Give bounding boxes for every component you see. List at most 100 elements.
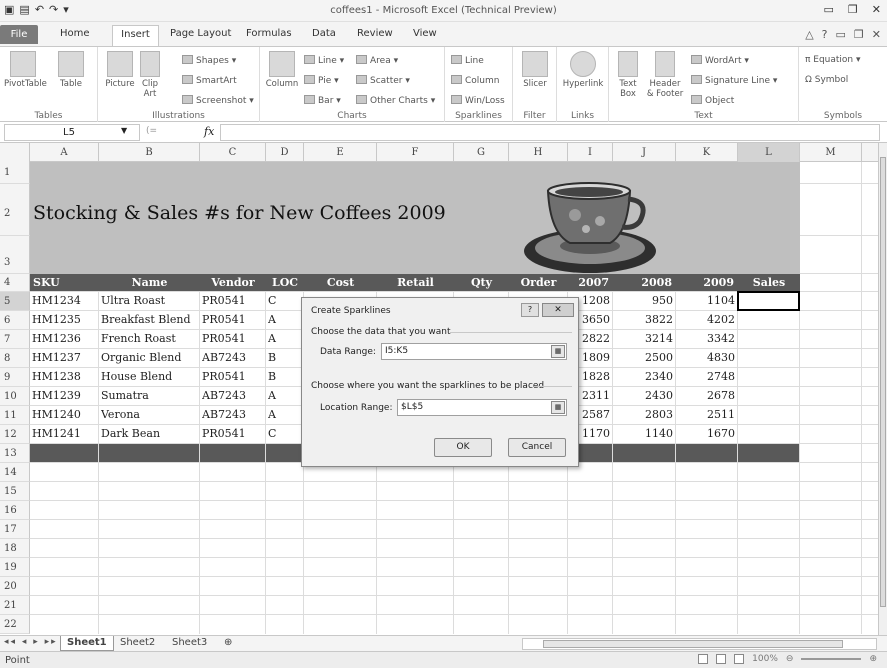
cell-y2009[interactable]: 2678 xyxy=(678,389,735,402)
screenshot-button[interactable]: Screenshot ▾ xyxy=(182,95,254,106)
header-loc[interactable]: LOC xyxy=(266,276,304,289)
picture-button[interactable]: Picture xyxy=(104,51,136,89)
column-header-i[interactable]: I xyxy=(568,143,613,162)
header-cost[interactable]: Cost xyxy=(304,276,377,289)
formula-input[interactable] xyxy=(220,124,880,141)
minimize-icon[interactable]: ▭ xyxy=(824,3,834,16)
cell-loc[interactable]: A xyxy=(268,332,301,345)
sheet-nav-icons[interactable]: ◂◂ ◂ ▸ ▸▸ xyxy=(4,637,58,647)
insert-function-icon[interactable]: fx xyxy=(204,125,214,138)
column-header-j[interactable]: J xyxy=(613,143,676,162)
active-cell-l5[interactable] xyxy=(737,291,800,311)
smartart-button[interactable]: SmartArt xyxy=(182,75,237,86)
column-header-c[interactable]: C xyxy=(200,143,266,162)
row-header-13[interactable]: 13 xyxy=(0,444,30,463)
close-window-icon[interactable]: ✕ xyxy=(872,3,881,16)
cell-name[interactable]: Dark Bean xyxy=(101,427,197,440)
cancel-button[interactable]: Cancel xyxy=(508,438,566,457)
header-sales[interactable]: Sales xyxy=(738,276,800,289)
vertical-scroll-thumb[interactable] xyxy=(880,157,886,607)
workbook-minimize-icon[interactable]: ▭ xyxy=(836,28,846,41)
cell-y2008[interactable]: 2803 xyxy=(615,408,673,421)
sheet-tab-2[interactable]: Sheet2 xyxy=(114,636,161,651)
cell-loc[interactable]: A xyxy=(268,408,301,421)
tab-formulas[interactable]: Formulas xyxy=(246,28,292,39)
workbook-close-icon[interactable]: ✕ xyxy=(872,28,881,41)
sheet-tab-1[interactable]: Sheet1 xyxy=(60,636,114,651)
bar-chart-button[interactable]: Bar ▾ xyxy=(304,95,341,106)
wordart-button[interactable]: WordArt ▾ xyxy=(691,55,749,66)
help-icon[interactable]: ? xyxy=(822,28,828,41)
zoom-level[interactable]: 100% xyxy=(752,654,778,664)
tab-file[interactable]: File xyxy=(0,25,38,44)
row-header-5[interactable]: 5 xyxy=(0,292,30,311)
pie-chart-button[interactable]: Pie ▾ xyxy=(304,75,339,86)
cell-vendor[interactable]: PR0541 xyxy=(202,294,263,307)
header-qty[interactable]: Qty xyxy=(454,276,509,289)
cell-y2009[interactable]: 2748 xyxy=(678,370,735,383)
formula-cancel-icon[interactable]: (= xyxy=(146,126,157,136)
cell-y2008[interactable]: 3822 xyxy=(615,313,673,326)
horizontal-scroll-thumb[interactable] xyxy=(543,640,843,648)
cell-sku[interactable]: HM1234 xyxy=(32,294,96,307)
restore-icon[interactable]: ❐ xyxy=(848,3,858,16)
clipart-button[interactable]: Clip Art xyxy=(138,51,162,99)
header-order[interactable]: Order xyxy=(509,276,568,289)
cell-y2009[interactable]: 3342 xyxy=(678,332,735,345)
sheet-title[interactable]: Stocking & Sales #s for New Coffees 2009 xyxy=(33,202,446,224)
sparkline-winloss-button[interactable]: Win/Loss xyxy=(451,95,505,106)
location-range-input[interactable]: $L$5 ▦ xyxy=(397,399,567,416)
cell-sku[interactable]: HM1239 xyxy=(32,389,96,402)
column-header-m[interactable]: M xyxy=(800,143,862,162)
row-header-7[interactable]: 7 xyxy=(0,330,30,349)
cell-loc[interactable]: A xyxy=(268,313,301,326)
table-button[interactable]: Table xyxy=(52,51,90,89)
cell-y2008[interactable]: 950 xyxy=(615,294,673,307)
cell-sku[interactable]: HM1240 xyxy=(32,408,96,421)
workbook-restore-icon[interactable]: ❐ xyxy=(854,28,864,41)
cell-y2009[interactable]: 2511 xyxy=(678,408,735,421)
vertical-scrollbar[interactable] xyxy=(878,143,887,635)
tab-home[interactable]: Home xyxy=(60,28,90,39)
cell-sku[interactable]: HM1235 xyxy=(32,313,96,326)
shapes-button[interactable]: Shapes ▾ xyxy=(182,55,236,66)
hyperlink-button[interactable]: Hyperlink xyxy=(561,51,605,89)
equation-button[interactable]: π Equation ▾ xyxy=(805,55,861,65)
cell-y2009[interactable]: 4830 xyxy=(678,351,735,364)
area-chart-button[interactable]: Area ▾ xyxy=(356,55,398,66)
signature-line-button[interactable]: Signature Line ▾ xyxy=(691,75,777,86)
header-vendor[interactable]: Vendor xyxy=(200,276,266,289)
teacup-image[interactable] xyxy=(520,173,660,278)
tab-view[interactable]: View xyxy=(413,28,437,39)
header-footer-button[interactable]: Header & Footer xyxy=(645,51,685,99)
cell-loc[interactable]: C xyxy=(268,427,301,440)
cell-y2008[interactable]: 2430 xyxy=(615,389,673,402)
cell-loc[interactable]: B xyxy=(268,370,301,383)
sheet-tab-3[interactable]: Sheet3 xyxy=(166,636,213,651)
insert-sheet-icon[interactable]: ⊕ xyxy=(218,636,238,651)
zoom-out-icon[interactable]: ⊖ xyxy=(786,654,794,664)
row-header-6[interactable]: 6 xyxy=(0,311,30,330)
cell-name[interactable]: Verona xyxy=(101,408,197,421)
cell-name[interactable]: Breakfast Blend xyxy=(101,313,197,326)
row-header-9[interactable]: 9 xyxy=(0,368,30,387)
row-header-16[interactable]: 16 xyxy=(0,501,30,520)
cell-loc[interactable]: B xyxy=(268,351,301,364)
name-box[interactable]: L5 xyxy=(4,124,140,141)
cell-loc[interactable]: C xyxy=(268,294,301,307)
row-header-2[interactable]: 2 xyxy=(0,184,30,236)
tab-data[interactable]: Data xyxy=(312,28,336,39)
select-all-corner[interactable] xyxy=(0,143,30,162)
column-header-e[interactable]: E xyxy=(304,143,377,162)
symbol-button[interactable]: Ω Symbol xyxy=(805,75,848,85)
line-chart-button[interactable]: Line ▾ xyxy=(304,55,344,66)
cell-y2008[interactable]: 2500 xyxy=(615,351,673,364)
cell-y2009[interactable]: 1104 xyxy=(678,294,735,307)
cell-name[interactable]: Organic Blend xyxy=(101,351,197,364)
row-header-8[interactable]: 8 xyxy=(0,349,30,368)
row-header-4[interactable]: 4 xyxy=(0,274,30,292)
row-header-20[interactable]: 20 xyxy=(0,577,30,596)
column-header-b[interactable]: B xyxy=(99,143,200,162)
normal-view-icon[interactable] xyxy=(698,654,709,664)
row-header-1[interactable]: 1 xyxy=(0,162,30,184)
